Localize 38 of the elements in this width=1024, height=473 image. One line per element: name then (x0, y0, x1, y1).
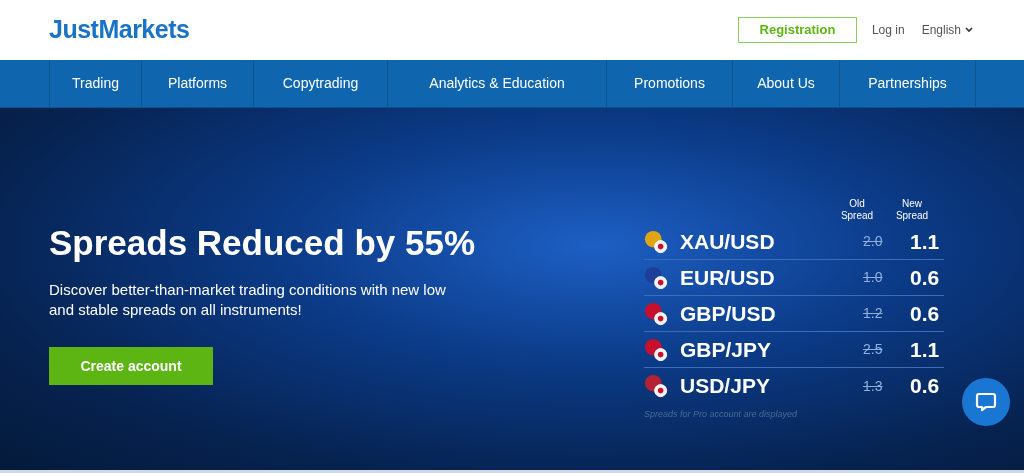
nav-item[interactable]: Trading (49, 60, 141, 107)
new-spread: 0.6 (909, 373, 941, 400)
hero-subtitle: Discover better-than-market trading conditions with new low and stable spreads on all instruments! (49, 280, 447, 320)
pair-name: GBP/USD (680, 300, 777, 327)
new-spread: 1.1 (909, 336, 941, 363)
new-spread: 1.1 (909, 228, 941, 255)
currency-pair-icon (644, 300, 669, 327)
login-link[interactable]: Log in (871, 21, 905, 39)
language-selector[interactable]: English (921, 21, 973, 39)
spreads-note: Spreads for Pro account are displayed (644, 408, 799, 421)
chat-button[interactable] (962, 378, 1010, 426)
old-spread: 1.3 (862, 376, 884, 396)
pair-name: USD/JPY (680, 373, 771, 400)
old-spread: 2.5 (862, 340, 884, 359)
hero-title: Spreads Reduced by 55% (49, 223, 476, 263)
pair-name: EUR/USD (680, 264, 776, 291)
old-spread: 1.0 (862, 268, 884, 287)
nav-item[interactable]: Copytrading (253, 60, 387, 107)
pair-name: XAU/USD (680, 228, 776, 255)
new-spread: 0.6 (909, 264, 941, 291)
currency-pair-icon (644, 228, 669, 255)
chat-icon (975, 391, 997, 413)
old-spread: 1.2 (862, 304, 884, 323)
currency-pair-icon (644, 336, 669, 363)
logo[interactable]: JustMarkets (49, 11, 190, 49)
new-spread: 0.6 (909, 300, 941, 327)
chevron-icon (965, 27, 973, 33)
pair-name: GBP/JPY (680, 336, 773, 363)
column-header: New Spread (894, 198, 930, 222)
currency-pair-icon (644, 373, 669, 399)
nav-item[interactable]: Platforms (141, 60, 253, 107)
nav-item[interactable]: Promotions (606, 60, 732, 107)
nav-item[interactable]: Analytics & Education (387, 60, 606, 107)
currency-pair-icon (644, 264, 669, 291)
old-spread: 2.0 (862, 232, 884, 251)
nav-item[interactable]: About Us (732, 60, 839, 107)
column-header: Old Spread (839, 198, 875, 222)
nav-item[interactable]: Partnerships (839, 60, 976, 107)
